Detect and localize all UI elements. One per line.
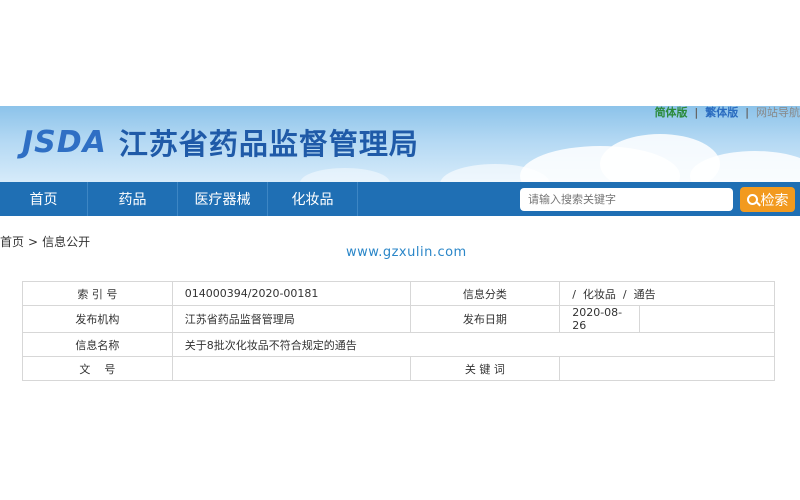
breadcrumb-separator: > xyxy=(28,235,39,249)
value-publisher: 江苏省药品监督管理局 xyxy=(171,305,411,333)
traditional-version-link[interactable]: 繁体版 xyxy=(705,106,738,119)
value-publish-date: 2020-08-26 xyxy=(559,305,641,333)
search-button-label: 检索 xyxy=(760,192,789,209)
table-row: 索 引 号 014000394/2020-00181 信息分类 / 化妆品 / … xyxy=(22,281,775,306)
label-keywords: 关 键 词 xyxy=(409,356,561,381)
nav-item-drugs[interactable]: 药品 xyxy=(88,182,178,216)
version-separator: | xyxy=(745,106,750,119)
value-category: / 化妆品 / 通告 xyxy=(559,281,775,306)
site-logo[interactable]: JSDA 江苏省药品监督管理局 xyxy=(22,122,419,162)
header-banner: JSDA 江苏省药品监督管理局 简体版 | 繁体版 | 网站导航 xyxy=(0,106,800,182)
empty-cell xyxy=(639,305,775,333)
label-index-number: 索 引 号 xyxy=(22,281,173,306)
nav-item-home[interactable]: 首页 xyxy=(0,182,88,216)
nav-item-cosmetics[interactable]: 化妆品 xyxy=(268,182,358,216)
value-info-name: 关于8批次化妆品不符合规定的通告 xyxy=(171,332,776,357)
search-icon xyxy=(746,194,758,205)
value-document-number xyxy=(171,356,411,381)
search-input[interactable] xyxy=(520,188,733,211)
breadcrumb-current[interactable]: 信息公开 xyxy=(42,235,90,249)
value-keywords xyxy=(559,356,775,381)
label-info-name: 信息名称 xyxy=(22,332,173,357)
nav-item-medical-devices[interactable]: 医疗器械 xyxy=(178,182,268,216)
simplified-version-link[interactable]: 简体版 xyxy=(655,106,688,119)
label-category: 信息分类 xyxy=(409,281,561,306)
table-row: 发布机构 江苏省药品监督管理局 发布日期 2020-08-26 xyxy=(22,305,775,333)
search-button[interactable]: 检索 xyxy=(740,187,795,212)
label-publisher: 发布机构 xyxy=(22,305,173,333)
breadcrumb-home[interactable]: 首页 xyxy=(0,235,24,249)
page: JSDA 江苏省药品监督管理局 简体版 | 繁体版 | 网站导航 首页 药品 医… xyxy=(0,0,800,500)
label-document-number: 文 号 xyxy=(22,356,173,381)
table-row: 信息名称 关于8批次化妆品不符合规定的通告 xyxy=(22,332,776,357)
version-separator: | xyxy=(694,106,699,119)
table-row: 文 号 关 键 词 xyxy=(22,356,775,381)
site-nav-link[interactable]: 网站导航 xyxy=(756,106,800,119)
watermark-text: www.gzxulin.com xyxy=(346,245,467,260)
info-table: 索 引 号 014000394/2020-00181 信息分类 / 化妆品 / … xyxy=(22,281,776,381)
value-index-number: 014000394/2020-00181 xyxy=(171,281,411,306)
cloud-decoration xyxy=(300,168,390,182)
label-publish-date: 发布日期 xyxy=(409,305,561,333)
breadcrumb: 首页 > 信息公开 xyxy=(0,233,90,250)
logo-abbreviation: JSDA xyxy=(22,124,107,160)
version-links: 简体版 | 繁体版 | 网站导航 xyxy=(652,106,800,120)
logo-title: 江苏省药品监督管理局 xyxy=(118,127,419,161)
main-nav: 首页 药品 医疗器械 化妆品 检索 xyxy=(0,182,800,216)
